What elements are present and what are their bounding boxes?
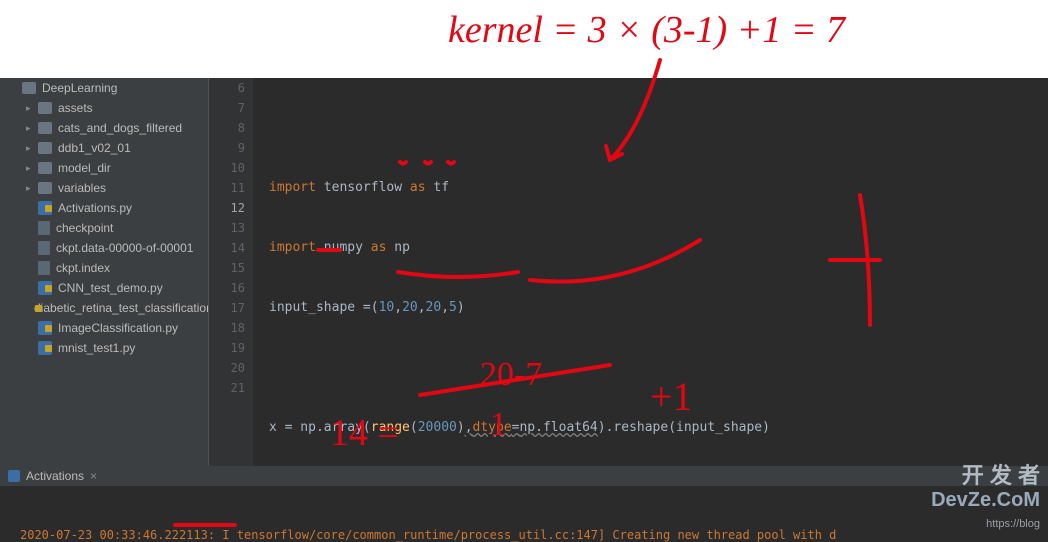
python-file-icon [38, 281, 52, 295]
ide-window: DeepLearning ▸ assets ▸ cats_and_dogs_filte… [0, 78, 1048, 542]
tree-item-label: assets [58, 101, 93, 115]
chevron-right-icon: ▸ [26, 183, 36, 194]
tree-item[interactable]: checkpoint [0, 218, 208, 238]
tree-item[interactable]: ▸ assets [0, 98, 208, 118]
code-editor[interactable]: import tensorflow as tf import numpy as … [253, 78, 1048, 466]
tree-item-label: checkpoint [56, 221, 113, 235]
tree-item[interactable]: ImageClassification.py [0, 318, 208, 338]
tree-item-label: Activations.py [58, 201, 132, 215]
tree-item[interactable]: ckpt.index [0, 258, 208, 278]
folder-icon [22, 82, 36, 94]
tree-label: DeepLearning [42, 81, 117, 95]
python-file-icon [38, 321, 52, 335]
folder-icon [38, 162, 52, 174]
tree-item-label: mnist_test1.py [58, 341, 135, 355]
tree-item[interactable]: ckpt.data-00000-of-00001 [0, 238, 208, 258]
python-file-icon [38, 341, 52, 355]
tree-item[interactable]: ▸ ddb1_v02_01 [0, 138, 208, 158]
code-token: input_shape =( [269, 300, 379, 315]
chevron-right-icon: ▸ [26, 103, 36, 114]
tree-item[interactable]: ▸ model_dir [0, 158, 208, 178]
annotation-area-top [0, 0, 1048, 78]
line-number-gutter[interactable]: 6 7 8 9 10 11 12 13 14 15 16 17 18 19 20… [209, 78, 253, 466]
console-log-line: 2020-07-23 00:33:46.222113: I tensorflow… [20, 526, 1028, 542]
run-tool-window-tab[interactable]: Activations × [0, 466, 1048, 486]
chevron-right-icon: ▸ [26, 123, 36, 134]
tree-item[interactable]: ▸ cats_and_dogs_filtered [0, 118, 208, 138]
folder-icon [38, 122, 52, 134]
close-icon[interactable]: × [90, 469, 97, 483]
project-tree[interactable]: DeepLearning ▸ assets ▸ cats_and_dogs_filte… [0, 78, 209, 466]
tree-item-label: cats_and_dogs_filtered [58, 121, 182, 135]
python-file-icon [38, 201, 52, 215]
tree-item-label: ckpt.index [56, 261, 110, 275]
file-icon [38, 221, 50, 235]
folder-icon [38, 142, 52, 154]
tree-item[interactable]: ▸ variables [0, 178, 208, 198]
file-icon [38, 241, 50, 255]
tree-item-label: diabetic_retina_test_classification [34, 301, 209, 315]
tree-item[interactable]: diabetic_retina_test_classification [0, 298, 208, 318]
tree-item[interactable]: mnist_test1.py [0, 338, 208, 358]
folder-icon [38, 102, 52, 114]
run-tab-label: Activations [26, 469, 84, 483]
tree-item-label: model_dir [58, 161, 111, 175]
file-icon [38, 261, 50, 275]
run-console[interactable]: 2020-07-23 00:33:46.222113: I tensorflow… [0, 486, 1048, 542]
tree-item[interactable]: CNN_test_demo.py [0, 278, 208, 298]
folder-icon [38, 182, 52, 194]
python-run-icon [8, 470, 20, 482]
tree-item[interactable]: Activations.py [0, 198, 208, 218]
chevron-right-icon: ▸ [26, 163, 36, 174]
project-root[interactable]: DeepLearning [0, 78, 208, 98]
tree-item-label: variables [58, 181, 106, 195]
chevron-right-icon: ▸ [26, 143, 36, 154]
tree-item-label: ImageClassification.py [58, 321, 178, 335]
tree-item-label: ddb1_v02_01 [58, 141, 131, 155]
tree-item-label: CNN_test_demo.py [58, 281, 163, 295]
tree-item-label: ckpt.data-00000-of-00001 [56, 241, 193, 255]
